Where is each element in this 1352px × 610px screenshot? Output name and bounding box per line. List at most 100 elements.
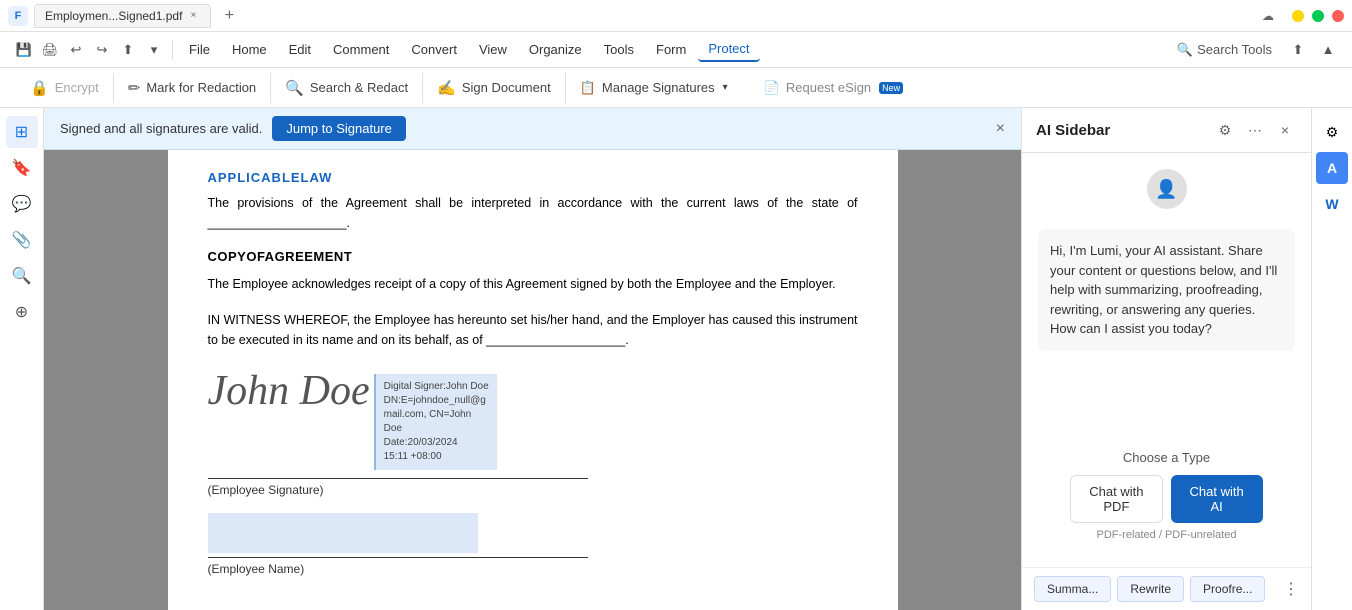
sidebar-item-attachments[interactable]: 📎 bbox=[6, 224, 38, 256]
ai-header-icons: ⚙ ⋯ × bbox=[1213, 118, 1297, 142]
print-icon[interactable]: 🖨 bbox=[38, 38, 62, 62]
sidebar-item-thumbnails[interactable]: ⊞ bbox=[6, 116, 38, 148]
sig-bar-text: Signed and all signatures are valid. bbox=[60, 121, 262, 136]
upload-cloud-icon[interactable]: ⬆ bbox=[1286, 38, 1310, 62]
menu-items: 💾 🖨 ↩ ↪ ⬆ ▾ File Home Edit Comment Conve… bbox=[12, 37, 760, 62]
tab-active[interactable]: Employmen...Signed1.pdf × bbox=[34, 4, 211, 28]
ai-more-icon[interactable]: ⋯ bbox=[1243, 118, 1267, 142]
new-badge: New bbox=[879, 82, 903, 94]
protect-toolbar: 🔒 Encrypt ✏ Mark for Redaction 🔍 Search … bbox=[0, 68, 1352, 108]
right-panel-filter-icon[interactable]: ⚙ bbox=[1316, 116, 1348, 148]
undo-icon[interactable]: ↩ bbox=[64, 38, 88, 62]
copy-agreement-text: The Employee acknowledges receipt of a c… bbox=[208, 274, 858, 294]
chat-type-buttons: Chat withPDF Chat withAI bbox=[1038, 475, 1295, 523]
close-button[interactable] bbox=[1332, 10, 1344, 22]
collapse-icon[interactable]: ▲ bbox=[1316, 38, 1340, 62]
sig-metadata: Digital Signer:John Doe DN:E=johndoe_nul… bbox=[374, 374, 497, 470]
sign-document-label: Sign Document bbox=[462, 80, 551, 95]
menu-tools[interactable]: Tools bbox=[594, 38, 644, 61]
sidebar-item-comments[interactable]: 💬 bbox=[6, 188, 38, 220]
ai-sidebar-header: AI Sidebar ⚙ ⋯ × bbox=[1022, 108, 1311, 153]
proofread-button[interactable]: Proofre... bbox=[1190, 576, 1265, 602]
emp-name-box bbox=[208, 513, 478, 553]
ai-close-icon[interactable]: × bbox=[1273, 118, 1297, 142]
titlebar-right: ☁ bbox=[1260, 8, 1344, 24]
upload-button[interactable]: ☁ bbox=[1260, 8, 1276, 24]
dropdown-icon[interactable]: ▾ bbox=[142, 38, 166, 62]
menu-convert[interactable]: Convert bbox=[401, 38, 467, 61]
search-tools-label: Search Tools bbox=[1197, 42, 1272, 57]
search-tools-button[interactable]: 🔍 Search Tools bbox=[1169, 38, 1280, 62]
menu-comment[interactable]: Comment bbox=[323, 38, 399, 61]
encrypt-label: Encrypt bbox=[55, 80, 99, 95]
signature-block: John Doe Digital Signer:John Doe DN:E=jo… bbox=[208, 370, 858, 576]
share-icon[interactable]: ⬆ bbox=[116, 38, 140, 62]
tab-close-icon[interactable]: × bbox=[186, 9, 200, 23]
pdf-page: APPLICABLELAW The provisions of the Agre… bbox=[168, 150, 898, 610]
ai-avatar: 👤 bbox=[1147, 169, 1187, 209]
maximize-button[interactable] bbox=[1312, 10, 1324, 22]
menu-form[interactable]: Form bbox=[646, 38, 696, 61]
request-esign-button[interactable]: 📄 Request eSign New bbox=[750, 74, 917, 102]
sidebar-item-bookmarks[interactable]: 🔖 bbox=[6, 152, 38, 184]
sig-line bbox=[208, 478, 588, 479]
redo-icon[interactable]: ↪ bbox=[90, 38, 114, 62]
manage-signatures-button[interactable]: 📋 Manage Signatures ▾ bbox=[566, 74, 742, 102]
menu-organize[interactable]: Organize bbox=[519, 38, 592, 61]
mark-redaction-label: Mark for Redaction bbox=[146, 80, 256, 95]
menu-tools-right: 🔍 Search Tools ⬆ ▲ bbox=[1169, 38, 1340, 62]
sidebar-item-layers[interactable]: ⊕ bbox=[6, 296, 38, 328]
rewrite-button[interactable]: Rewrite bbox=[1117, 576, 1184, 602]
right-panel-word-icon[interactable]: W bbox=[1316, 188, 1348, 220]
pdf-related-note: PDF-related / PDF-unrelated bbox=[1038, 529, 1295, 541]
chat-ai-button[interactable]: Chat withAI bbox=[1171, 475, 1263, 523]
action-more-icon[interactable]: ⋮ bbox=[1283, 579, 1299, 599]
chat-pdf-button[interactable]: Chat withPDF bbox=[1070, 475, 1162, 523]
titlebar: F Employmen...Signed1.pdf × + ☁ bbox=[0, 0, 1352, 32]
right-panel-ai-icon[interactable]: A bbox=[1316, 152, 1348, 184]
right-panel-icons: ⚙ A W bbox=[1311, 108, 1352, 610]
menu-protect[interactable]: Protect bbox=[698, 37, 759, 62]
menu-file[interactable]: File bbox=[179, 38, 220, 61]
ai-body: 👤 Hi, I'm Lumi, your AI assistant. Share… bbox=[1022, 153, 1311, 567]
menu-home[interactable]: Home bbox=[222, 38, 277, 61]
left-sidebar: ⊞ 🔖 💬 📎 🔍 ⊕ bbox=[0, 108, 44, 610]
ai-greeting-message: Hi, I'm Lumi, your AI assistant. Share y… bbox=[1038, 229, 1295, 351]
minimize-button[interactable] bbox=[1292, 10, 1304, 22]
manage-signatures-icon: 📋 bbox=[580, 80, 596, 96]
sig-bar-close-icon[interactable]: × bbox=[996, 120, 1005, 138]
witness-text: IN WITNESS WHEREOF, the Employee has her… bbox=[208, 310, 858, 350]
ai-filter-icon[interactable]: ⚙ bbox=[1213, 118, 1237, 142]
request-esign-icon: 📄 bbox=[764, 80, 780, 96]
menubar: 💾 🖨 ↩ ↪ ⬆ ▾ File Home Edit Comment Conve… bbox=[0, 32, 1352, 68]
sig-label: (Employee Signature) bbox=[208, 483, 858, 497]
pdf-area: Signed and all signatures are valid. Jum… bbox=[44, 108, 1021, 610]
save-icon[interactable]: 💾 bbox=[12, 38, 36, 62]
pdf-content: APPLICABLELAW The provisions of the Agre… bbox=[168, 150, 898, 596]
search-redact-label: Search & Redact bbox=[310, 80, 408, 95]
summarize-button[interactable]: Summa... bbox=[1034, 576, 1111, 602]
search-redact-button[interactable]: 🔍 Search & Redact bbox=[271, 73, 423, 103]
choose-type-section: Choose a Type Chat withPDF Chat withAI P… bbox=[1038, 450, 1295, 551]
sign-document-icon: ✍ bbox=[437, 79, 456, 97]
mark-redaction-button[interactable]: ✏ Mark for Redaction bbox=[114, 73, 271, 103]
applicable-law-title: APPLICABLELAW bbox=[208, 170, 858, 185]
request-esign-label: Request eSign bbox=[786, 80, 871, 95]
ai-sidebar-title: AI Sidebar bbox=[1036, 122, 1205, 139]
sig-image-row: John Doe Digital Signer:John Doe DN:E=jo… bbox=[208, 370, 858, 470]
menu-view[interactable]: View bbox=[469, 38, 517, 61]
new-tab-button[interactable]: + bbox=[217, 4, 241, 28]
sidebar-item-search[interactable]: 🔍 bbox=[6, 260, 38, 292]
menu-edit[interactable]: Edit bbox=[279, 38, 321, 61]
titlebar-left: F Employmen...Signed1.pdf × + bbox=[8, 4, 241, 28]
emp-name-label: (Employee Name) bbox=[208, 562, 858, 576]
sig-name: John Doe bbox=[208, 370, 370, 412]
jump-to-signature-button[interactable]: Jump to Signature bbox=[272, 116, 406, 141]
sign-document-button[interactable]: ✍ Sign Document bbox=[423, 73, 566, 103]
encrypt-button[interactable]: 🔒 Encrypt bbox=[16, 73, 114, 103]
manage-signatures-chevron: ▾ bbox=[723, 82, 728, 93]
applicable-law-text: The provisions of the Agreement shall be… bbox=[208, 193, 858, 233]
manage-signatures-label: Manage Signatures bbox=[602, 80, 715, 95]
mark-redaction-icon: ✏ bbox=[128, 79, 141, 97]
window-controls bbox=[1292, 10, 1344, 22]
